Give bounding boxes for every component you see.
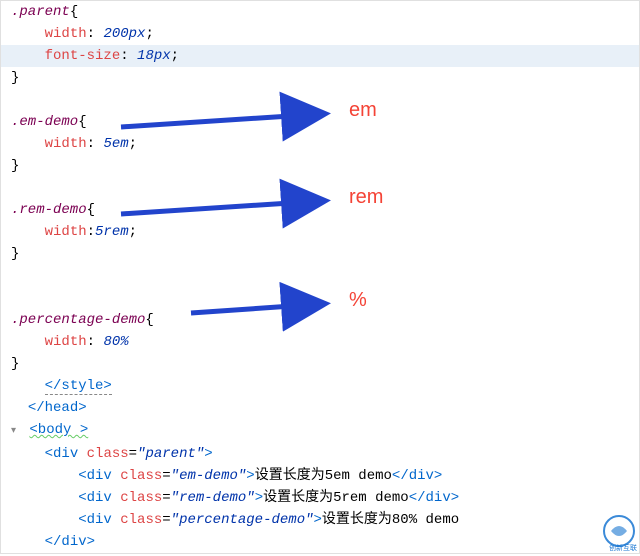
attr-value: "percentage-demo" [171, 512, 314, 528]
selector: .percentage-demo [11, 312, 145, 328]
code-line: .parent{ [1, 1, 639, 23]
css-prop: width [45, 136, 87, 152]
code-line: width: 5em; [1, 133, 639, 155]
tag-div-close: </div> [45, 534, 95, 550]
code-line: </head> [1, 397, 639, 419]
code-line: width: 200px; [1, 23, 639, 45]
code-line: } [1, 67, 639, 89]
tag-div: div [87, 512, 112, 528]
watermark-text: 创新互联 [609, 543, 637, 553]
selector: .em-demo [11, 114, 78, 130]
selector: .parent [11, 4, 70, 20]
label-pct: % [349, 289, 367, 312]
attr-class: class [120, 512, 162, 528]
code-line [1, 177, 639, 199]
css-value: 80% [103, 334, 128, 350]
tag-div: div [87, 468, 112, 484]
tag-div-close: </div> [409, 490, 459, 506]
tag-div: div [87, 490, 112, 506]
selector: .rem-demo [11, 202, 87, 218]
code-line: width: 80% [1, 331, 639, 353]
code-line: <div class="percentage-demo">设置长度为80% de… [1, 509, 639, 531]
code-line: <div class="rem-demo">设置长度为5rem demo</di… [1, 487, 639, 509]
code-line-highlight: font-size: 18px; [1, 45, 639, 67]
css-prop: width [45, 26, 87, 42]
css-value: 5em [103, 136, 128, 152]
code-line: .percentage-demo{ [1, 309, 639, 331]
text-content: 设置长度为5em demo [255, 468, 392, 484]
tag-div: div [53, 446, 78, 462]
attr-class: class [120, 468, 162, 484]
css-prop: width [45, 334, 87, 350]
code-line: <div class="parent"> [1, 443, 639, 465]
fold-icon[interactable]: ▾ [11, 422, 21, 442]
attr-class: class [120, 490, 162, 506]
code-line [1, 265, 639, 287]
code-line: width:5rem; [1, 221, 639, 243]
code-line: ▾ <body > [1, 419, 639, 443]
tag-style-close: </style> [45, 378, 112, 395]
css-value: 200px [103, 26, 145, 42]
attr-class: class [87, 446, 129, 462]
code-line: <div class="em-demo">设置长度为5em demo</div> [1, 465, 639, 487]
code-line: </style> [1, 375, 639, 397]
css-prop: font-size [45, 48, 121, 64]
css-value: 5rem [95, 224, 129, 240]
code-editor: .parent{ width: 200px; font-size: 18px; … [0, 0, 640, 554]
text-content: 设置长度为5rem demo [263, 490, 409, 506]
text-content: 设置长度为80% demo [322, 512, 459, 528]
css-prop: width [45, 224, 87, 240]
tag-div-close: </div> [392, 468, 442, 484]
code-line: } [1, 155, 639, 177]
attr-value: "parent" [137, 446, 204, 462]
attr-value: "rem-demo" [171, 490, 255, 506]
code-line: .em-demo{ [1, 111, 639, 133]
code-line: .rem-demo{ [1, 199, 639, 221]
tag-body-open: <body > [29, 422, 88, 438]
code-line: } [1, 353, 639, 375]
code-line [1, 89, 639, 111]
label-em: em [349, 99, 377, 122]
tag-head-close: </head> [28, 400, 87, 416]
code-line: } [1, 243, 639, 265]
label-rem: rem [349, 186, 383, 209]
code-line [1, 287, 639, 309]
css-value: 18px [137, 48, 171, 64]
attr-value: "em-demo" [171, 468, 247, 484]
code-line: </div> [1, 531, 639, 553]
